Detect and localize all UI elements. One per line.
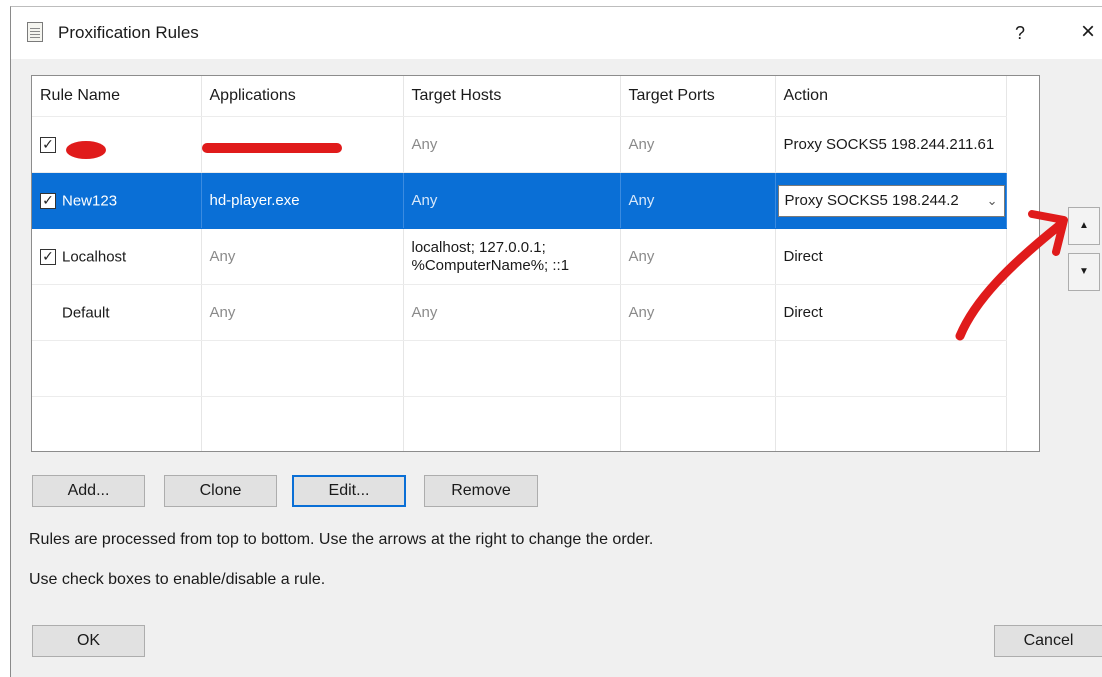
chevron-down-icon: ⌄ <box>986 192 998 208</box>
action-cell[interactable]: Proxy SOCKS5 198.244.211.61 <box>775 116 1007 173</box>
check-icon: ✓ <box>42 247 54 264</box>
add-button[interactable]: Add... <box>32 475 145 507</box>
title-bar: Proxification Rules ? × <box>11 7 1102 59</box>
arrow-up-icon: ▲ <box>1079 220 1089 231</box>
column-header-rule-name[interactable]: Rule Name <box>32 76 202 117</box>
table-row[interactable]: ✓ Any Any Proxy SOCKS5 198.244.211.61 <box>32 116 1007 173</box>
check-icon: ✓ <box>42 135 54 152</box>
ok-button[interactable]: OK <box>32 625 145 657</box>
rule-name: Localhost <box>62 248 127 266</box>
target-hosts-cell[interactable]: localhost; 127.0.0.1; %ComputerName%; ::… <box>403 228 621 285</box>
column-header-target-ports[interactable]: Target Ports <box>620 76 776 117</box>
action-dropdown[interactable]: Proxy SOCKS5 198.244.2 ⌄ <box>777 184 1005 217</box>
rule-name-cell[interactable]: ✓ Localhost <box>32 228 202 285</box>
column-header-action[interactable]: Action <box>775 76 1007 117</box>
rule-name-cell[interactable]: ✓ <box>32 116 202 173</box>
applications-cell[interactable]: Any <box>201 228 404 285</box>
target-ports-cell[interactable]: Any <box>620 116 776 173</box>
check-icon: ✓ <box>42 191 54 208</box>
rules-document-icon <box>27 22 43 42</box>
window-title: Proxification Rules <box>58 23 199 42</box>
action-cell[interactable]: Direct <box>775 228 1007 285</box>
target-hosts-cell[interactable]: Any <box>403 172 621 229</box>
close-button[interactable]: × <box>1074 19 1102 47</box>
table-row[interactable]: ✓ New123 hd-player.exe Any Any Proxy SOCK… <box>32 172 1007 229</box>
cancel-button[interactable]: Cancel <box>994 625 1102 657</box>
target-hosts-cell[interactable]: Any <box>403 284 621 341</box>
action-dropdown-value: Proxy SOCKS5 198.244.2 <box>784 192 959 209</box>
proxification-rules-dialog: Proxification Rules ? × Rule Name Applic… <box>10 6 1102 677</box>
action-cell[interactable]: Proxy SOCKS5 198.244.2 ⌄ <box>775 172 1007 229</box>
remove-button[interactable]: Remove <box>424 475 538 507</box>
table-row[interactable]: ✓ Localhost Any localhost; 127.0.0.1; %Co… <box>32 228 1007 285</box>
move-up-button[interactable]: ▲ <box>1068 207 1100 245</box>
arrow-down-icon: ▼ <box>1079 266 1089 277</box>
target-ports-cell[interactable]: Any <box>620 172 776 229</box>
target-ports-cell[interactable]: Any <box>620 228 776 285</box>
column-header-target-hosts[interactable]: Target Hosts <box>403 76 621 117</box>
rule-name: Default <box>62 304 110 322</box>
info-text-checkboxes: Use check boxes to enable/disable a rule… <box>29 571 326 588</box>
rules-table: Rule Name Applications Target Hosts Targ… <box>31 75 1040 452</box>
table-row[interactable]: Default Any Any Any Direct <box>32 284 1007 341</box>
edit-button[interactable]: Edit... <box>292 475 406 507</box>
rule-name: New123 <box>62 192 118 210</box>
rule-name-cell[interactable]: ✓ New123 <box>32 172 202 229</box>
rule-enabled-checkbox[interactable]: ✓ <box>40 247 56 265</box>
move-down-button[interactable]: ▼ <box>1068 253 1100 291</box>
empty-row <box>32 396 1007 451</box>
empty-row <box>32 340 1007 397</box>
applications-cell[interactable]: Any <box>201 284 404 341</box>
help-button[interactable]: ? <box>1006 19 1034 47</box>
clone-button[interactable]: Clone <box>164 475 277 507</box>
rule-enabled-checkbox[interactable]: ✓ <box>40 135 56 153</box>
column-header-applications[interactable]: Applications <box>201 76 404 117</box>
rule-enabled-checkbox[interactable]: ✓ <box>40 191 56 209</box>
redaction-mark <box>202 143 342 153</box>
table-header-row: Rule Name Applications Target Hosts Targ… <box>32 76 1007 117</box>
action-cell[interactable]: Direct <box>775 284 1007 341</box>
applications-cell[interactable]: hd-player.exe <box>201 172 404 229</box>
target-ports-cell[interactable]: Any <box>620 284 776 341</box>
redaction-mark <box>66 141 106 159</box>
info-text-order: Rules are processed from top to bottom. … <box>29 531 654 548</box>
rule-name-cell[interactable]: Default <box>32 284 202 341</box>
target-hosts-cell[interactable]: Any <box>403 116 621 173</box>
